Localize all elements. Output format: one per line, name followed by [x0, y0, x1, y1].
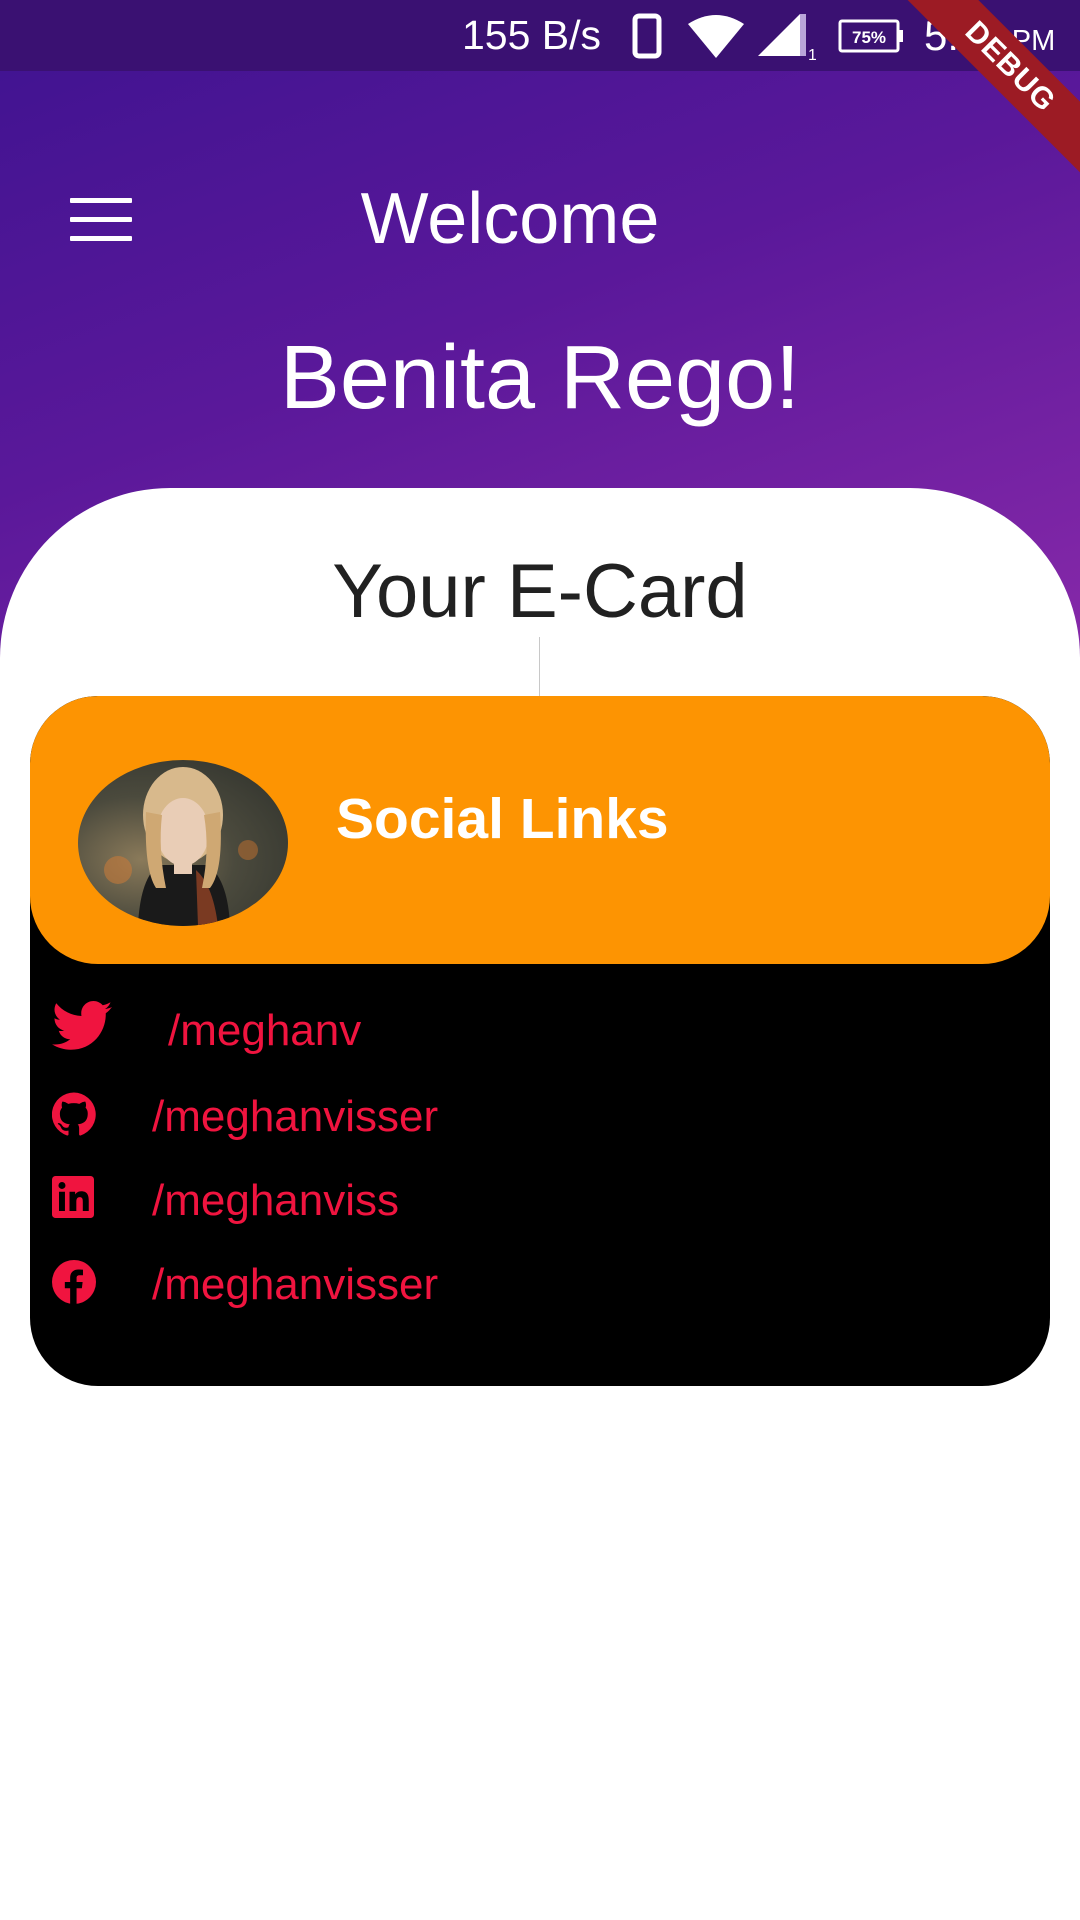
linkedin-handle: /meghanviss: [152, 1176, 400, 1225]
social-links-title: Social Links: [336, 787, 669, 851]
twitter-icon: [52, 1001, 112, 1050]
wifi-icon: [688, 15, 744, 58]
sim-label: 1: [808, 47, 816, 60]
ecard-header: Social Links: [30, 696, 1050, 964]
twitter-handle: /meghanv: [168, 1006, 362, 1055]
github-icon: [52, 1092, 96, 1136]
user-name: Benita Rego!: [279, 328, 801, 428]
phone-icon: [632, 13, 662, 59]
battery-icon: 75%: [838, 19, 903, 53]
signal-icon: 1: [758, 14, 816, 60]
divider: [539, 637, 540, 697]
facebook-handle: /meghanvisser: [152, 1260, 439, 1309]
ecard-title: Your E-Card: [332, 549, 748, 634]
welcome-title: Welcome: [360, 179, 660, 259]
github-handle: /meghanvisser: [152, 1092, 439, 1141]
avatar: [78, 760, 288, 926]
battery-percent: 75%: [852, 28, 886, 47]
avatar-photo: [104, 767, 258, 926]
linkedin-icon: [52, 1176, 94, 1218]
ecard: Social Links /meghanv /meghanvisser /meg…: [30, 696, 1050, 1386]
facebook-icon: [52, 1260, 96, 1304]
network-speed: 155 B/s: [462, 12, 602, 58]
